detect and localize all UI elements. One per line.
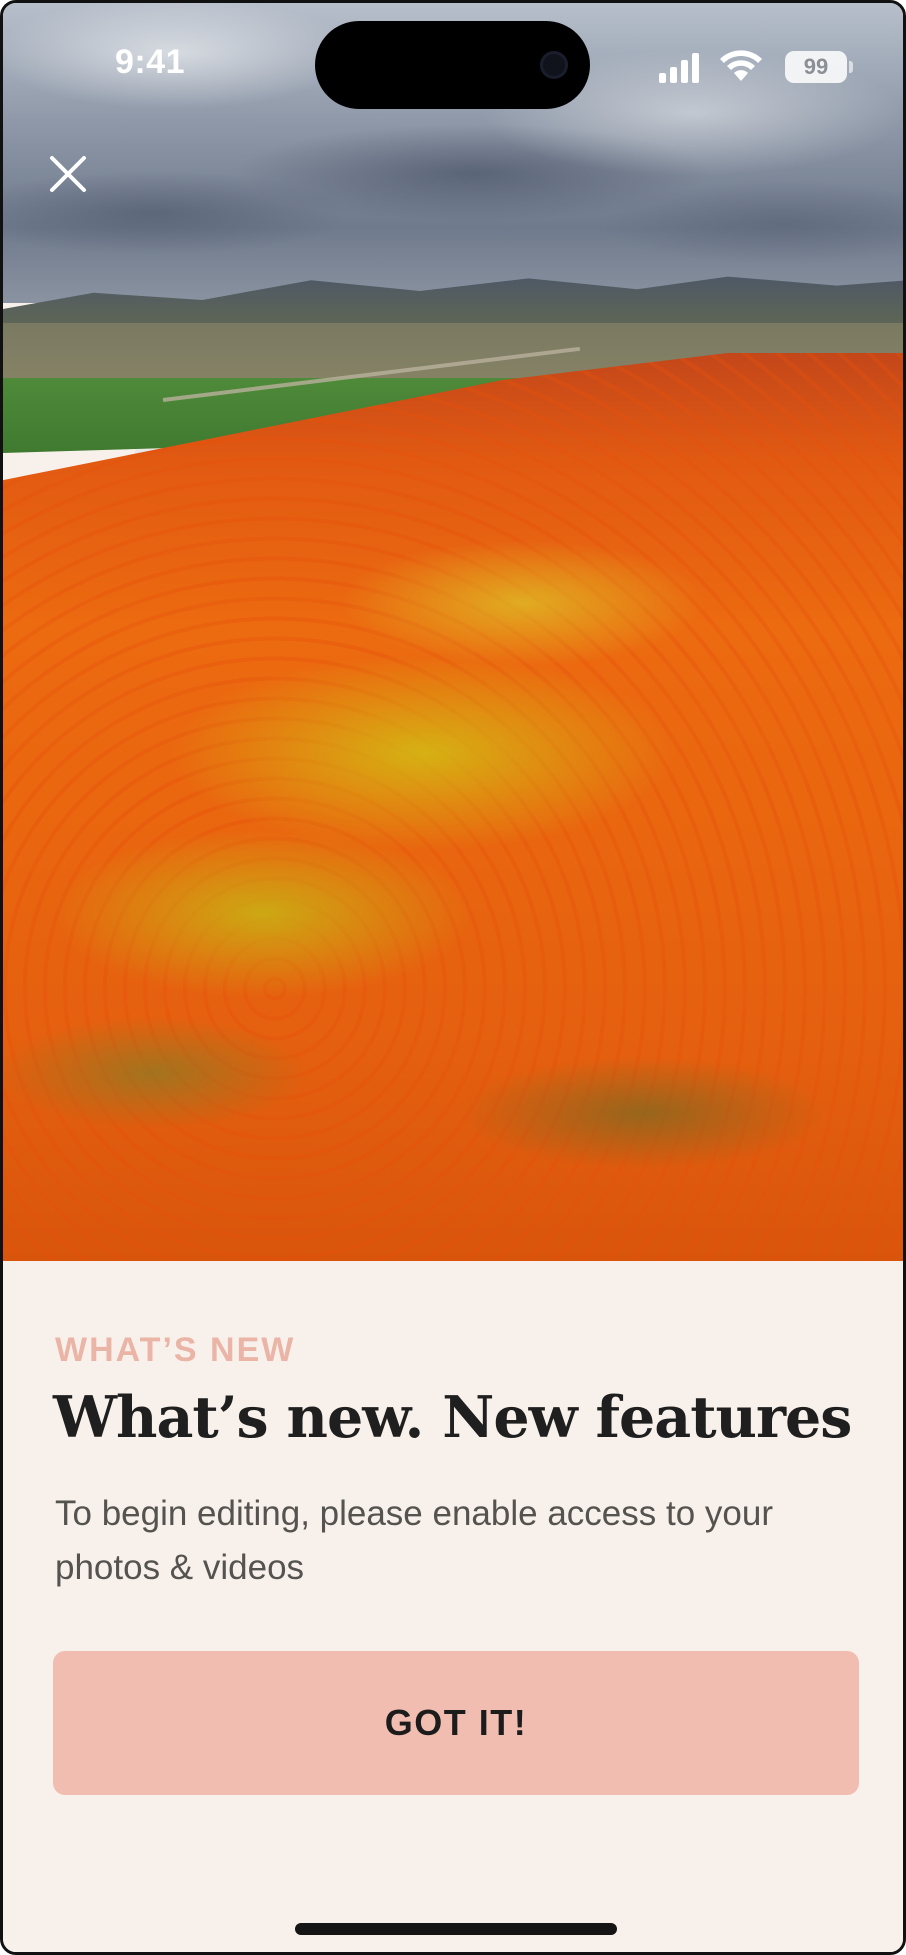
cellular-signal-icon (659, 51, 703, 83)
page-title: What’s new. New features (53, 1384, 852, 1451)
status-time: 9:41 (115, 43, 186, 81)
home-indicator[interactable] (295, 1923, 617, 1935)
whats-new-panel: WHAT’S NEW What’s new. New features To b… (3, 1261, 903, 1952)
close-icon (50, 156, 86, 192)
wifi-icon (719, 49, 763, 83)
hero-photo (3, 3, 903, 1261)
battery-icon: 99 (785, 51, 853, 83)
description-text: To begin editing, please enable access t… (55, 1494, 773, 1587)
eyebrow-label: WHAT’S NEW (55, 1331, 296, 1369)
status-bar: 9:41 99 (3, 3, 903, 123)
front-camera (540, 51, 568, 79)
close-button[interactable] (39, 145, 97, 203)
dynamic-island (315, 21, 590, 109)
got-it-button[interactable]: GOT IT! (53, 1651, 859, 1795)
poppy-field (3, 353, 903, 1261)
battery-level: 99 (803, 54, 829, 79)
phone-screen: 9:41 99 WHAT’S NEW What’s new. New featu… (0, 0, 906, 1955)
